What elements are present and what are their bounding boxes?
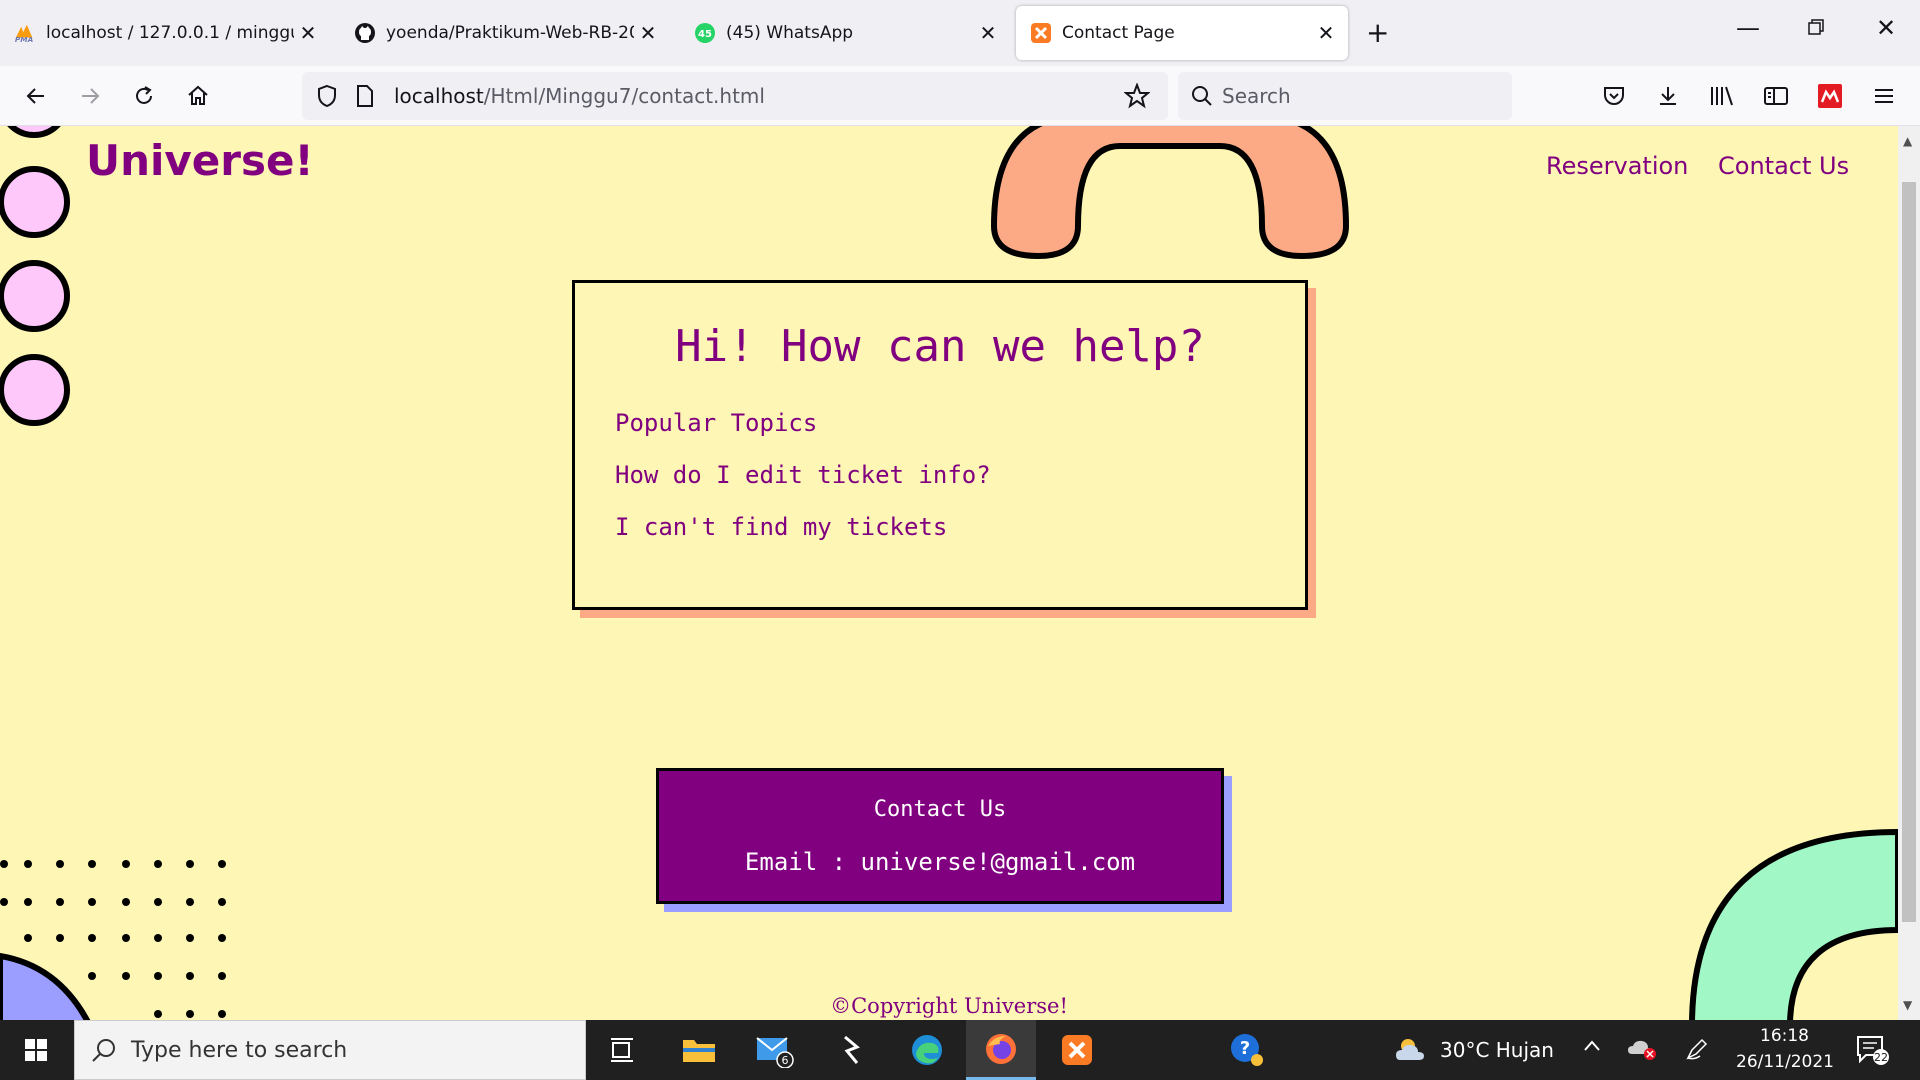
close-tab-icon[interactable]: ✕: [634, 21, 662, 45]
page-scrollbar[interactable]: ▲ ▼: [1898, 126, 1920, 1020]
tab-label: yoenda/Praktikum-Web-RB-202: [386, 23, 634, 43]
help-card: Hi! How can we help? Popular Topics How …: [572, 280, 1308, 610]
page-icon[interactable]: [356, 84, 374, 112]
reload-icon[interactable]: [126, 78, 162, 114]
svg-text:PMA: PMA: [15, 35, 34, 44]
taskbar-search-placeholder: Type here to search: [131, 1038, 348, 1063]
phpmyadmin-icon: PMA: [14, 22, 36, 44]
help-topic-find-tickets[interactable]: I can't find my tickets: [615, 513, 947, 541]
navigation-toolbar: localhost/Html/Minggu7/contact.html Sear…: [0, 66, 1920, 126]
tab-github[interactable]: yoenda/Praktikum-Web-RB-202 ✕: [340, 6, 670, 60]
firefox-icon[interactable]: [966, 1020, 1036, 1080]
contact-email[interactable]: Email : universe!@gmail.com: [659, 848, 1221, 876]
tab-whatsapp[interactable]: 45 (45) WhatsApp ✕: [680, 6, 1010, 60]
close-tab-icon[interactable]: ✕: [974, 21, 1002, 45]
decorative-circle: [0, 260, 70, 332]
site-logo[interactable]: Universe!: [86, 136, 314, 185]
extension-icon[interactable]: [1812, 78, 1848, 114]
tab-label: (45) WhatsApp: [726, 23, 854, 43]
close-tab-icon[interactable]: ✕: [294, 21, 322, 45]
nav-link-reservation[interactable]: Reservation: [1546, 152, 1688, 180]
decorative-circle: [0, 166, 70, 238]
whatsapp-badge: 45: [698, 29, 712, 40]
help-topic-edit-ticket[interactable]: How do I edit ticket info?: [615, 461, 991, 489]
search-placeholder: Search: [1222, 84, 1291, 108]
tab-bar: PMA localhost / 127.0.0.1 / minggu7 ✕ yo…: [0, 0, 1920, 66]
copyright-text: ©Copyright Universe!: [830, 994, 1068, 1018]
minimize-icon[interactable]: —: [1728, 14, 1768, 42]
forward-arrow-icon[interactable]: [72, 78, 108, 114]
help-app-icon[interactable]: ?: [1212, 1020, 1282, 1080]
tab-contact-page[interactable]: Contact Page ✕: [1016, 6, 1348, 60]
tab-phpmyadmin[interactable]: PMA localhost / 127.0.0.1 / minggu7 ✕: [0, 6, 330, 60]
tab-label: Contact Page: [1062, 23, 1175, 43]
weather-text[interactable]: 30°C Hujan: [1440, 1038, 1554, 1062]
bookmark-star-icon[interactable]: [1123, 82, 1151, 113]
task-view-icon[interactable]: [588, 1020, 658, 1080]
pocket-icon[interactable]: [1596, 78, 1632, 114]
close-tab-icon[interactable]: ✕: [1312, 21, 1340, 45]
url-text[interactable]: localhost/Html/Minggu7/contact.html: [394, 84, 765, 108]
contact-box: Contact Us Email : universe!@gmail.com: [656, 768, 1224, 904]
xampp-icon: [1030, 22, 1052, 44]
contact-title: Contact Us: [873, 797, 1007, 822]
svg-text:?: ?: [1240, 1038, 1250, 1059]
help-title: Hi! How can we help?: [675, 321, 1205, 372]
xampp-icon[interactable]: [1042, 1020, 1112, 1080]
tab-label: localhost / 127.0.0.1 / minggu7: [46, 23, 294, 43]
sidebar-icon[interactable]: [1758, 78, 1794, 114]
scrollbar-thumb[interactable]: [1902, 182, 1916, 922]
notification-count: 22: [1874, 1051, 1888, 1064]
restore-icon[interactable]: [1796, 14, 1836, 42]
decorative-arch: [990, 126, 1350, 260]
url-path: /Html/Minggu7/contact.html: [483, 84, 765, 108]
taskbar-search-box[interactable]: Type here to search: [74, 1020, 586, 1080]
windows-start-icon[interactable]: [0, 1020, 72, 1080]
notification-icon[interactable]: 22: [1856, 1034, 1890, 1071]
back-arrow-icon[interactable]: [18, 78, 54, 114]
decorative-circle: [0, 354, 70, 426]
chevron-up-icon[interactable]: [1582, 1036, 1602, 1061]
close-window-icon[interactable]: ✕: [1866, 14, 1906, 42]
search-icon: [1190, 84, 1214, 112]
terminal-app-icon[interactable]: [816, 1020, 886, 1080]
help-topic-popular[interactable]: Popular Topics: [615, 409, 817, 437]
search-icon: [91, 1037, 117, 1067]
library-icon[interactable]: [1704, 78, 1740, 114]
file-explorer-icon[interactable]: [664, 1020, 734, 1080]
scroll-down-icon[interactable]: ▼: [1903, 998, 1912, 1012]
scroll-up-icon[interactable]: ▲: [1903, 134, 1912, 148]
home-icon[interactable]: [180, 78, 216, 114]
mail-badge: 6: [782, 1054, 789, 1067]
clock-date[interactable]: 26/11/2021: [1736, 1052, 1834, 1072]
pen-icon[interactable]: [1684, 1036, 1710, 1067]
url-bar[interactable]: localhost/Html/Minggu7/contact.html: [302, 72, 1168, 120]
nav-link-contact[interactable]: Contact Us: [1718, 152, 1849, 180]
shield-icon[interactable]: [316, 84, 338, 112]
windows-taskbar: Type here to search 6 ? 30°C Hujan 16:18…: [0, 1020, 1920, 1080]
decorative-circle: [0, 126, 70, 138]
whatsapp-icon: 45: [694, 22, 716, 44]
page-viewport: Universe! Reservation Contact Us Hi! How…: [0, 126, 1898, 1020]
url-host: localhost: [394, 84, 484, 108]
download-icon[interactable]: [1650, 78, 1686, 114]
search-bar[interactable]: Search: [1178, 72, 1512, 120]
github-icon: [354, 22, 376, 44]
new-tab-button[interactable]: +: [1366, 18, 1389, 48]
onedrive-error-icon[interactable]: [1628, 1036, 1658, 1065]
mail-icon[interactable]: 6: [740, 1020, 810, 1080]
decorative-ring: [1689, 828, 1898, 1020]
clock-time[interactable]: 16:18: [1760, 1026, 1809, 1046]
weather-icon[interactable]: [1394, 1036, 1428, 1069]
menu-icon[interactable]: [1866, 78, 1902, 114]
edge-browser-icon[interactable]: [892, 1020, 962, 1080]
